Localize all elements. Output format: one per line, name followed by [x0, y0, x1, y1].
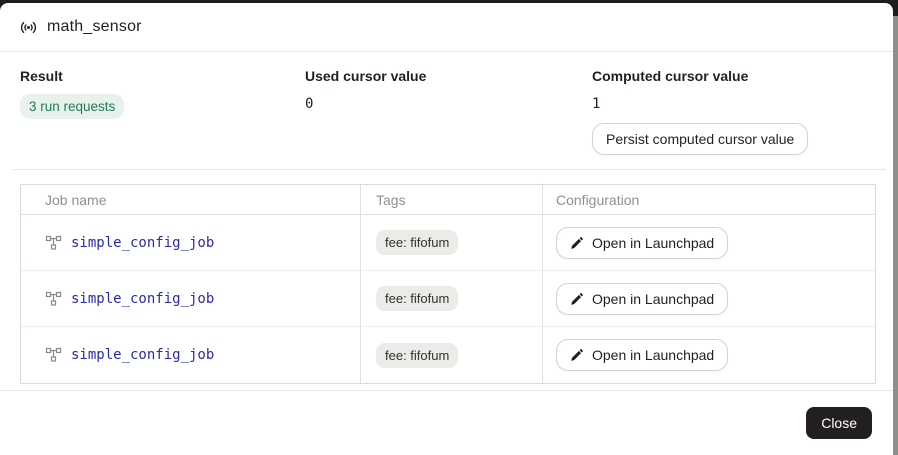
used-cursor-column: Used cursor value 0	[305, 68, 592, 155]
column-header-tags: Tags	[361, 185, 543, 214]
close-button[interactable]: Close	[806, 407, 872, 439]
tag-pill: fee: fifofum	[376, 343, 458, 368]
column-header-job-name: Job name	[21, 185, 361, 214]
configuration-cell: Open in Launchpad	[543, 215, 875, 270]
pencil-icon	[570, 292, 584, 306]
section-divider	[12, 169, 886, 170]
result-column: Result 3 run requests	[20, 68, 305, 155]
job-name-cell: simple_config_job	[21, 327, 361, 383]
computed-cursor-label: Computed cursor value	[592, 68, 873, 84]
table-row: simple_config_job fee: fifofum Open in Lau…	[21, 215, 875, 271]
open-in-launchpad-label: Open in Launchpad	[592, 291, 714, 307]
table-header-row: Job name Tags Configuration	[21, 185, 875, 215]
jobs-table: Job name Tags Configuration simple_confi…	[20, 184, 876, 384]
used-cursor-value: 0	[305, 94, 592, 112]
job-name-cell: simple_config_job	[21, 271, 361, 326]
computed-cursor-value: 1	[592, 94, 873, 112]
sensor-result-dialog: math_sensor Result 3 run requests Used c…	[0, 3, 893, 455]
column-header-configuration: Configuration	[543, 185, 875, 214]
result-label: Result	[20, 68, 305, 84]
job-icon	[45, 291, 62, 307]
summary-section: Result 3 run requests Used cursor value …	[0, 52, 893, 169]
tags-cell: fee: fifofum	[361, 327, 543, 383]
open-in-launchpad-label: Open in Launchpad	[592, 235, 714, 251]
dialog-title: math_sensor	[47, 18, 142, 36]
job-icon	[45, 347, 62, 363]
job-name-link[interactable]: simple_config_job	[71, 347, 214, 363]
pencil-icon	[570, 236, 584, 250]
dialog-header: math_sensor	[0, 3, 893, 52]
table-body: simple_config_job fee: fifofum Open in Lau…	[21, 215, 875, 383]
run-requests-badge: 3 run requests	[20, 94, 124, 119]
table-row: simple_config_job fee: fifofum Open in Lau…	[21, 327, 875, 383]
job-name-link[interactable]: simple_config_job	[71, 235, 214, 251]
tags-cell: fee: fifofum	[361, 271, 543, 326]
pencil-icon	[570, 348, 584, 362]
configuration-cell: Open in Launchpad	[543, 271, 875, 326]
job-icon	[45, 235, 62, 251]
computed-cursor-column: Computed cursor value 1 Persist computed…	[592, 68, 873, 155]
used-cursor-label: Used cursor value	[305, 68, 592, 84]
tag-pill: fee: fifofum	[376, 230, 458, 255]
job-name-link[interactable]: simple_config_job	[71, 291, 214, 307]
open-in-launchpad-button[interactable]: Open in Launchpad	[556, 227, 728, 259]
configuration-cell: Open in Launchpad	[543, 327, 875, 383]
tag-pill: fee: fifofum	[376, 286, 458, 311]
job-name-cell: simple_config_job	[21, 215, 361, 270]
dialog-footer: Close	[0, 390, 893, 455]
open-in-launchpad-button[interactable]: Open in Launchpad	[556, 339, 728, 371]
persist-cursor-button[interactable]: Persist computed cursor value	[592, 123, 808, 155]
table-row: simple_config_job fee: fifofum Open in Lau…	[21, 271, 875, 327]
tags-cell: fee: fifofum	[361, 215, 543, 270]
open-in-launchpad-button[interactable]: Open in Launchpad	[556, 283, 728, 315]
open-in-launchpad-label: Open in Launchpad	[592, 347, 714, 363]
sensor-icon	[20, 19, 37, 36]
